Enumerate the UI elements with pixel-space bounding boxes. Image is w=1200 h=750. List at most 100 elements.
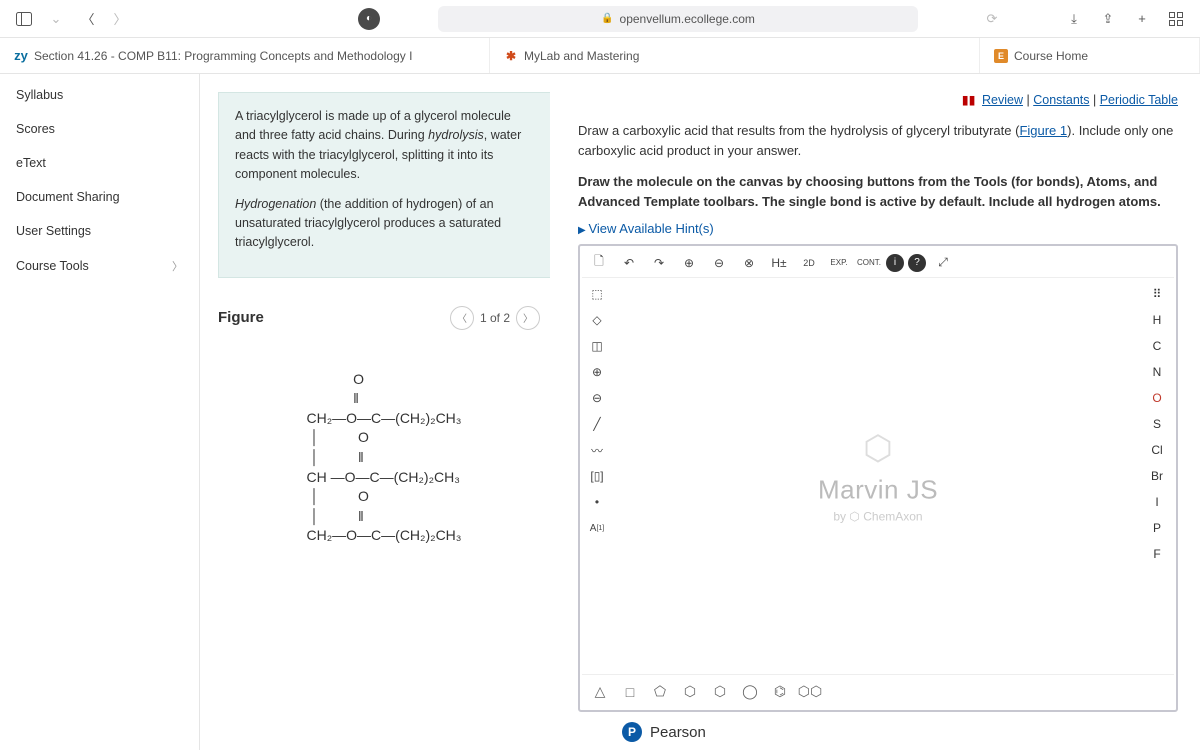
drawing-canvas[interactable]: ⬡ Marvin JS by ⬡ ChemAxon — [614, 278, 1142, 674]
lock-icon: 🔒 — [601, 13, 613, 24]
zoom-fit-icon[interactable]: ⊗ — [736, 251, 762, 275]
sidebar-item-label: Course Tools — [16, 259, 89, 273]
atom-br[interactable]: Br — [1144, 464, 1170, 488]
tab-course-home[interactable]: E Course Home — [980, 38, 1200, 73]
marvin-watermark: ⬡ Marvin JS by ⬡ ChemAxon — [818, 429, 938, 524]
lasso-tool[interactable]: ◇ — [584, 308, 610, 332]
tabs-overview-icon[interactable] — [1164, 7, 1188, 31]
atom-i[interactable]: I — [1144, 490, 1170, 514]
zoom-out-icon[interactable]: ⊖ — [706, 251, 732, 275]
sidebar-item-label: eText — [16, 156, 46, 170]
chain-tool[interactable]: 〰 — [584, 438, 610, 462]
dropdown-icon[interactable]: ⌄ — [44, 7, 68, 31]
charge-minus-tool[interactable]: ⊖ — [584, 386, 610, 410]
sidebar-item-course-tools[interactable]: Course Tools 〉 — [0, 248, 199, 284]
figure-1-link[interactable]: Figure 1 — [1019, 123, 1067, 138]
help-icon[interactable]: ? — [908, 254, 926, 272]
chevron-right-icon: 〉 — [172, 258, 183, 274]
bond-tool[interactable]: ╱ — [584, 412, 610, 436]
atom-o[interactable]: O — [1144, 386, 1170, 410]
marvinjs-editor: 🗋 ↶ ↷ ⊕ ⊖ ⊗ H± 2D EXP. CONT. i ? ⤢ ⬚ — [578, 244, 1178, 712]
redo-icon[interactable]: ↷ — [646, 251, 672, 275]
heptagon-template[interactable]: ◯ — [738, 680, 762, 704]
problem-pane: ▮▮ Review | Constants | Periodic Table D… — [550, 74, 1200, 750]
sidebar-item-label: Document Sharing — [16, 190, 120, 204]
fused-ring-template[interactable]: ⬡⬡ — [798, 680, 822, 704]
editor-atoms-toolbar: ⠿ H C N O S Cl Br I P F — [1142, 278, 1174, 674]
sidebar-item-syllabus[interactable]: Syllabus — [0, 78, 199, 112]
sidebar-item-label: Scores — [16, 122, 55, 136]
atom-f[interactable]: F — [1144, 542, 1170, 566]
tab-zybooks[interactable]: zy Section 41.26 - COMP B11: Programming… — [0, 38, 490, 73]
benzene-template[interactable]: ⌬ — [768, 680, 792, 704]
download-icon[interactable]: ⤓ — [1062, 7, 1086, 31]
sidebar-item-user-settings[interactable]: User Settings — [0, 214, 199, 248]
fullscreen-icon[interactable]: ⤢ — [930, 251, 956, 275]
sidebar-item-scores[interactable]: Scores — [0, 112, 199, 146]
editor-top-toolbar: 🗋 ↶ ↷ ⊕ ⊖ ⊗ H± 2D EXP. CONT. i ? ⤢ — [582, 248, 1174, 278]
atom-p[interactable]: P — [1144, 516, 1170, 540]
back-icon[interactable]: 〈 — [76, 7, 100, 31]
figure-next-button[interactable]: 〉 — [516, 306, 540, 330]
zoom-in-icon[interactable]: ⊕ — [676, 251, 702, 275]
privacy-shield-icon[interactable]: ◐ — [358, 8, 380, 30]
atom-s[interactable]: S — [1144, 412, 1170, 436]
charge-plus-tool[interactable]: ⊕ — [584, 360, 610, 384]
sidebar-item-label: User Settings — [16, 224, 91, 238]
info-icon[interactable]: i — [886, 254, 904, 272]
tab-mylab[interactable]: ✱ MyLab and Mastering — [490, 38, 980, 73]
share-icon[interactable]: ⇪ — [1096, 7, 1120, 31]
view-2d-icon[interactable]: 2D — [796, 251, 822, 275]
pentagon-template[interactable]: ⬠ — [648, 680, 672, 704]
square-template[interactable]: □ — [618, 680, 642, 704]
bracket-tool[interactable]: [▯] — [584, 464, 610, 488]
reload-icon[interactable]: ⟳ — [980, 7, 1004, 31]
cube-icon: ⬡ — [818, 429, 938, 469]
sidebar-item-etext[interactable]: eText — [0, 146, 199, 180]
forward-icon[interactable]: 〉 — [108, 7, 132, 31]
periodic-grid-icon[interactable]: ⠿ — [1144, 282, 1170, 306]
atom-c[interactable]: C — [1144, 334, 1170, 358]
contract-tool[interactable]: CONT. — [856, 251, 882, 275]
expand-tool[interactable]: EXP. — [826, 251, 852, 275]
select-tool[interactable]: ⬚ — [584, 282, 610, 306]
atom-label-tool[interactable]: A[1] — [584, 516, 610, 540]
url-text: openvellum.ecollege.com — [620, 12, 755, 26]
review-link[interactable]: Review — [982, 93, 1023, 107]
tab-label: Course Home — [1014, 49, 1088, 63]
sidebar-toggle-icon[interactable] — [12, 7, 36, 31]
question-prompt: Draw a carboxylic acid that results from… — [578, 121, 1178, 160]
address-bar[interactable]: 🔒 openvellum.ecollege.com — [438, 6, 918, 32]
pearson-footer: P Pearson — [578, 712, 1178, 742]
periodic-table-link[interactable]: Periodic Table — [1100, 93, 1178, 107]
radical-tool[interactable]: • — [584, 490, 610, 514]
flag-icon: ▮▮ — [962, 93, 976, 107]
browser-toolbar: ⌄ 〈 〉 ◐ 🔒 openvellum.ecollege.com ⟳ ⤓ ⇪ … — [0, 0, 1200, 38]
constants-link[interactable]: Constants — [1033, 93, 1089, 107]
erase-tool[interactable]: ◫ — [584, 334, 610, 358]
mylab-icon: ✱ — [504, 49, 518, 63]
undo-icon[interactable]: ↶ — [616, 251, 642, 275]
figure-heading: Figure — [218, 309, 264, 326]
figure-counter: 1 of 2 — [480, 311, 510, 325]
tab-label: Section 41.26 - COMP B11: Programming Co… — [34, 49, 412, 63]
hexagon-template[interactable]: ⬡ — [678, 680, 702, 704]
hydrogen-toggle[interactable]: H± — [766, 251, 792, 275]
atom-cl[interactable]: Cl — [1144, 438, 1170, 462]
new-page-icon[interactable]: 🗋 — [586, 251, 612, 275]
drawing-instructions: Draw the molecule on the canvas by choos… — [578, 172, 1178, 211]
pearson-label: Pearson — [650, 724, 706, 741]
figure-prev-button[interactable]: 〈 — [450, 306, 474, 330]
reading-pane: A triacylglycerol is made up of a glycer… — [200, 74, 550, 750]
help-links: ▮▮ Review | Constants | Periodic Table — [578, 92, 1178, 107]
editor-left-toolbar: ⬚ ◇ ◫ ⊕ ⊖ ╱ 〰 [▯] • A[1] — [582, 278, 614, 674]
atom-h[interactable]: H — [1144, 308, 1170, 332]
pearson-logo-icon: P — [622, 722, 642, 742]
sidebar-item-document-sharing[interactable]: Document Sharing — [0, 180, 199, 214]
intro-text: A triacylglycerol is made up of a glycer… — [218, 92, 550, 278]
cyclohexane-template[interactable]: ⬡ — [708, 680, 732, 704]
triangle-template[interactable]: △ — [588, 680, 612, 704]
atom-n[interactable]: N — [1144, 360, 1170, 384]
new-tab-icon[interactable]: + — [1130, 7, 1154, 31]
view-hints-toggle[interactable]: View Available Hint(s) — [578, 221, 1178, 236]
